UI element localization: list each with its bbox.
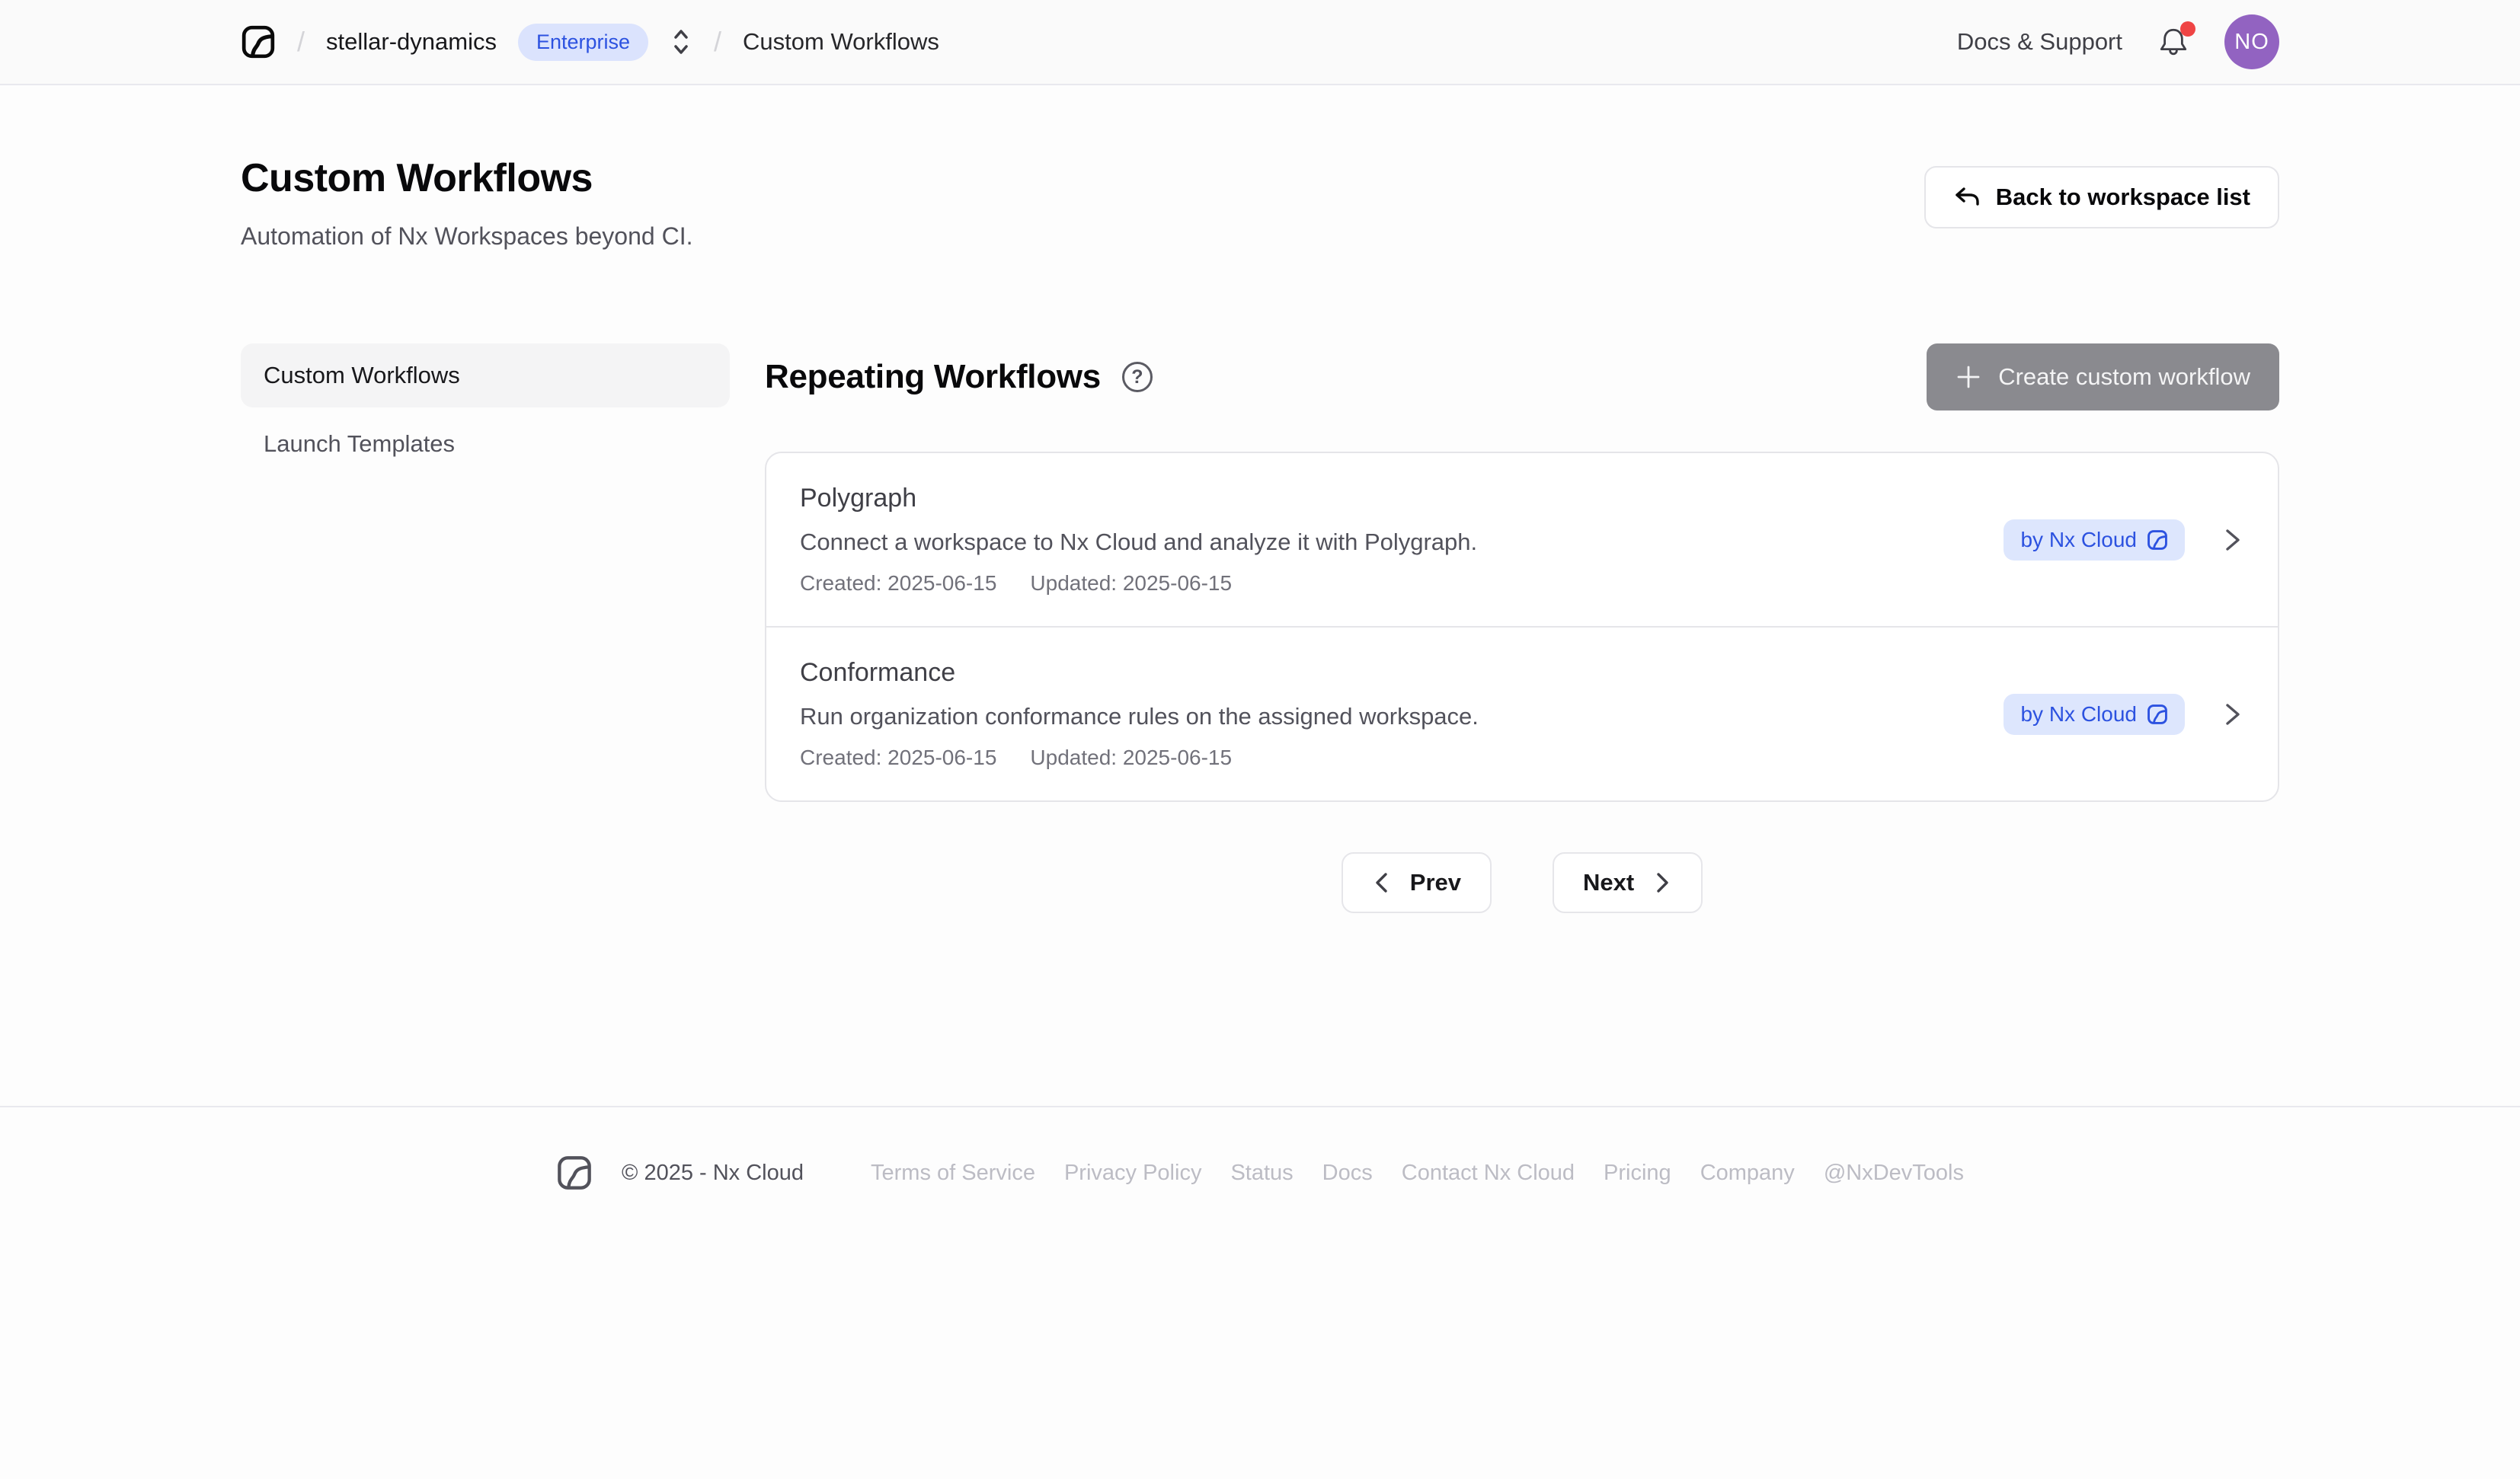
- copyright-text: © 2025 - Nx Cloud: [622, 1161, 804, 1186]
- nx-cloud-logo-icon[interactable]: [241, 24, 276, 59]
- prev-label: Prev: [1410, 869, 1461, 896]
- workflow-list: Polygraph Connect a workspace to Nx Clou…: [765, 452, 2279, 802]
- settings-sidebar: Custom Workflows Launch Templates: [241, 343, 730, 913]
- prev-page-button[interactable]: Prev: [1342, 852, 1492, 913]
- breadcrumb-current-page: Custom Workflows: [743, 28, 939, 56]
- breadcrumb: / stellar-dynamics Enterprise / Custom W…: [241, 24, 939, 61]
- workflow-row-polygraph[interactable]: Polygraph Connect a workspace to Nx Clou…: [766, 453, 2278, 626]
- docs-support-link[interactable]: Docs & Support: [1957, 28, 2122, 56]
- workflow-description: Connect a workspace to Nx Cloud and anal…: [800, 529, 1477, 556]
- sidebar-item-label: Launch Templates: [264, 430, 455, 458]
- notification-dot: [2180, 21, 2195, 37]
- workflow-updated: Updated: 2025-06-15: [1030, 571, 1232, 596]
- workspace-switcher-icon[interactable]: [670, 27, 692, 57]
- badge-label: by Nx Cloud: [2020, 528, 2137, 552]
- chevron-right-icon: [2220, 525, 2244, 555]
- create-button-label: Create custom workflow: [1998, 363, 2250, 391]
- workflow-name: Conformance: [800, 658, 1479, 688]
- nx-logo-external-icon: [2147, 704, 2168, 725]
- workflow-row-conformance[interactable]: Conformance Run organization conformance…: [766, 626, 2278, 800]
- sidebar-item-launch-templates[interactable]: Launch Templates: [241, 412, 730, 476]
- footer-link-privacy[interactable]: Privacy Policy: [1064, 1161, 1202, 1186]
- nx-logo-external-icon: [2147, 529, 2168, 551]
- sidebar-item-label: Custom Workflows: [264, 362, 460, 389]
- footer-link-company[interactable]: Company: [1700, 1161, 1795, 1186]
- page-title: Custom Workflows: [241, 155, 692, 201]
- page-footer: © 2025 - Nx Cloud Terms of Service Priva…: [0, 1106, 2520, 1191]
- plan-badge: Enterprise: [518, 24, 648, 61]
- top-navbar: / stellar-dynamics Enterprise / Custom W…: [0, 0, 2520, 85]
- workspace-name[interactable]: stellar-dynamics: [326, 28, 497, 56]
- back-to-workspace-list-button[interactable]: Back to workspace list: [1924, 166, 2279, 228]
- workflow-created: Created: 2025-06-15: [800, 571, 996, 596]
- footer-link-pricing[interactable]: Pricing: [1604, 1161, 1671, 1186]
- return-arrow-icon: [1953, 185, 1981, 209]
- next-label: Next: [1583, 869, 1634, 896]
- back-button-label: Back to workspace list: [1996, 184, 2250, 211]
- plus-icon: [1956, 364, 1981, 390]
- footer-link-docs[interactable]: Docs: [1322, 1161, 1373, 1186]
- by-nx-cloud-badge[interactable]: by Nx Cloud: [2004, 519, 2185, 561]
- footer-link-contact[interactable]: Contact Nx Cloud: [1402, 1161, 1575, 1186]
- badge-label: by Nx Cloud: [2020, 702, 2137, 727]
- user-avatar[interactable]: NO: [2224, 14, 2279, 69]
- chevron-right-icon: [1652, 870, 1672, 896]
- workflow-updated: Updated: 2025-06-15: [1030, 746, 1232, 770]
- workflow-name: Polygraph: [800, 484, 1477, 513]
- section-heading: Repeating Workflows: [765, 358, 1101, 396]
- breadcrumb-separator: /: [714, 26, 721, 58]
- page-subtitle: Automation of Nx Workspaces beyond CI.: [241, 222, 692, 251]
- nx-cloud-footer-logo-icon: [556, 1155, 593, 1191]
- footer-link-terms[interactable]: Terms of Service: [871, 1161, 1035, 1186]
- chevron-left-icon: [1372, 870, 1392, 896]
- by-nx-cloud-badge[interactable]: by Nx Cloud: [2004, 694, 2185, 735]
- workflow-description: Run organization conformance rules on th…: [800, 703, 1479, 730]
- breadcrumb-separator: /: [297, 26, 305, 58]
- footer-link-status[interactable]: Status: [1230, 1161, 1293, 1186]
- notifications-button[interactable]: [2156, 24, 2191, 59]
- footer-link-nxdevtools[interactable]: @NxDevTools: [1824, 1161, 1964, 1186]
- help-icon[interactable]: ?: [1122, 362, 1153, 392]
- chevron-right-icon: [2220, 699, 2244, 730]
- create-custom-workflow-button[interactable]: Create custom workflow: [1927, 343, 2279, 410]
- sidebar-item-custom-workflows[interactable]: Custom Workflows: [241, 343, 730, 407]
- workflow-created: Created: 2025-06-15: [800, 746, 996, 770]
- next-page-button[interactable]: Next: [1553, 852, 1703, 913]
